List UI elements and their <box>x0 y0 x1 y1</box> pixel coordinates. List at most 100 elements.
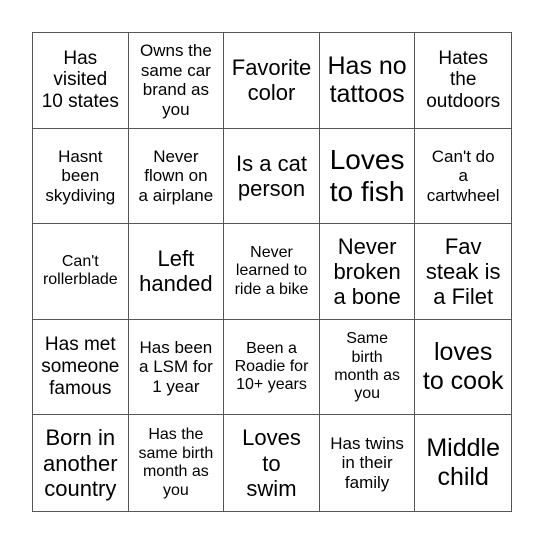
bingo-cell-line: Has <box>63 47 98 69</box>
bingo-cell-line: Roadie for <box>234 357 309 375</box>
bingo-cell-line: color <box>247 80 296 106</box>
bingo-cell-line: a Filet <box>433 284 494 310</box>
bingo-cell-line: Loves <box>329 143 405 175</box>
bingo-cell-line: Has twins <box>330 433 404 453</box>
bingo-cell-text: Can't do a cartwheel <box>427 147 500 206</box>
bingo-cell-line: Same <box>346 330 388 348</box>
bingo-cell-line: Has no <box>327 51 407 80</box>
bingo-cell-text: Favorite color <box>232 55 311 106</box>
bingo-cell-line: tattoos <box>329 80 405 109</box>
bingo-cell-line: to <box>262 450 281 476</box>
bingo-cell-line: a airplane <box>138 185 214 205</box>
bingo-cell-line: same birth <box>138 444 214 462</box>
bingo-cell-line: to fish <box>329 175 405 207</box>
bingo-cell-line: Can't do <box>431 146 495 166</box>
bingo-cell-line: a bone <box>333 284 401 310</box>
bingo-cell-line: 1 year <box>152 376 200 396</box>
bingo-cell-line: person <box>237 175 306 201</box>
bingo-cell-line: Has met <box>44 334 116 356</box>
bingo-card: Has visited 10 states Owns the same car brand… <box>32 32 512 512</box>
bingo-cell-text: Has no tattoos <box>327 52 406 110</box>
bingo-cell-line: in their <box>341 453 393 473</box>
bingo-cell-line: swim <box>246 475 297 501</box>
bingo-cell-line: Loves <box>242 425 301 451</box>
bingo-cell-line: country <box>44 475 117 501</box>
bingo-cell-line: broken <box>333 258 401 284</box>
bingo-cell[interactable]: Has met someone famous <box>33 319 129 416</box>
bingo-cell-text: Owns the same car brand as you <box>140 41 212 119</box>
bingo-cell-line: month as <box>334 367 400 385</box>
bingo-cell-text: Never broken a bone <box>333 234 400 310</box>
bingo-cell-text: Has been a LSM for 1 year <box>139 338 213 397</box>
bingo-cell[interactable]: Is a cat person <box>224 128 320 225</box>
bingo-cell-line: Never <box>337 233 397 259</box>
bingo-cell-line: famous <box>49 378 112 400</box>
bingo-cell-line: loves <box>433 338 493 367</box>
bingo-cell[interactable]: Has been a LSM for 1 year <box>128 319 225 416</box>
bingo-cell-line: birth <box>351 348 383 366</box>
bingo-cell-line: someone <box>41 356 120 378</box>
bingo-cell[interactable]: Never flown on a airplane <box>128 128 225 225</box>
bingo-cell[interactable]: Has twins in their family <box>319 415 416 511</box>
bingo-cell-line: Never <box>250 243 293 261</box>
bingo-cell-line: learned to <box>235 262 308 280</box>
bingo-cell[interactable]: Owns the same car brand as you <box>128 33 225 129</box>
bingo-cell-line: a <box>458 166 468 186</box>
bingo-cell-text: Middle child <box>426 434 500 492</box>
bingo-cell-line: another <box>42 450 118 476</box>
bingo-cell-text: Never learned to ride a bike <box>235 244 309 299</box>
bingo-cell[interactable]: Middle child <box>415 415 511 511</box>
bingo-cell-line: brand as <box>142 80 209 100</box>
bingo-cell-line: Owns the <box>139 41 212 61</box>
bingo-cell[interactable]: Has visited 10 states <box>33 33 129 129</box>
bingo-cell-text: Hasnt been skydiving <box>45 147 115 206</box>
bingo-cell-line: outdoors <box>426 91 501 113</box>
bingo-cell-line: Never <box>153 146 199 166</box>
bingo-cell-text: Has visited 10 states <box>42 48 119 114</box>
bingo-cell-line: Middle <box>426 434 501 463</box>
bingo-cell-line: to cook <box>422 367 504 396</box>
bingo-cell-line: 10+ years <box>236 376 307 394</box>
bingo-cell[interactable]: loves to cook <box>415 319 511 416</box>
bingo-cell-line: visited <box>53 69 108 91</box>
bingo-cell[interactable]: Hates the outdoors <box>415 33 511 129</box>
bingo-cell-line: you <box>162 481 189 499</box>
bingo-cell[interactable]: Been a Roadie for 10+ years <box>224 319 320 416</box>
bingo-cell-line: cartwheel <box>426 185 500 205</box>
bingo-cell[interactable]: Hasnt been skydiving <box>33 128 129 225</box>
bingo-cell[interactable]: Same birth month as you <box>319 319 416 416</box>
bingo-cell[interactable]: Has the same birth month as you <box>128 415 225 511</box>
bingo-cell[interactable]: Born in another country <box>33 415 129 511</box>
bingo-cell-text: Has met someone famous <box>41 334 119 400</box>
bingo-cell[interactable]: Can't rollerblade <box>33 224 129 320</box>
bingo-cell-line: Born in <box>45 425 116 451</box>
bingo-cell[interactable]: Never broken a bone <box>319 224 416 320</box>
bingo-cell[interactable]: Never learned to ride a bike <box>224 224 320 320</box>
bingo-cell-line: 10 states <box>41 91 119 113</box>
bingo-cell[interactable]: Has no tattoos <box>319 33 416 129</box>
bingo-cell-line: skydiving <box>45 185 116 205</box>
bingo-cell[interactable]: Favorite color <box>224 33 320 129</box>
bingo-cell-text: Loves to swim <box>242 425 301 501</box>
bingo-cell-line: Is a cat <box>236 150 307 176</box>
bingo-cell[interactable]: Loves to swim <box>224 415 320 511</box>
bingo-cell-text: Been a Roadie for 10+ years <box>235 340 309 395</box>
bingo-cell-line: Has the <box>148 426 204 444</box>
bingo-cell-line: the <box>449 69 477 91</box>
bingo-cell-line: you <box>162 99 190 119</box>
bingo-cell-text: loves to cook <box>423 338 504 396</box>
bingo-cell-text: Fav steak is a Filet <box>426 234 501 310</box>
bingo-cell-line: Favorite <box>231 55 312 80</box>
bingo-cell-text: Hates the outdoors <box>426 48 500 114</box>
bingo-cell-text: Has twins in their family <box>330 434 404 493</box>
bingo-cell-line: rollerblade <box>42 271 118 289</box>
bingo-cell[interactable]: Can't do a cartwheel <box>415 128 511 225</box>
bingo-cell[interactable]: Left handed <box>128 224 225 320</box>
bingo-cell-line: Fav <box>444 233 482 259</box>
bingo-cell-line: been <box>61 166 100 186</box>
bingo-cell[interactable]: Loves to fish <box>319 128 416 225</box>
bingo-cell[interactable]: Fav steak is a Filet <box>415 224 511 320</box>
bingo-cell-line: Been a <box>246 339 297 357</box>
bingo-cell-line: family <box>344 472 390 492</box>
bingo-cell-line: ride a bike <box>234 280 309 298</box>
